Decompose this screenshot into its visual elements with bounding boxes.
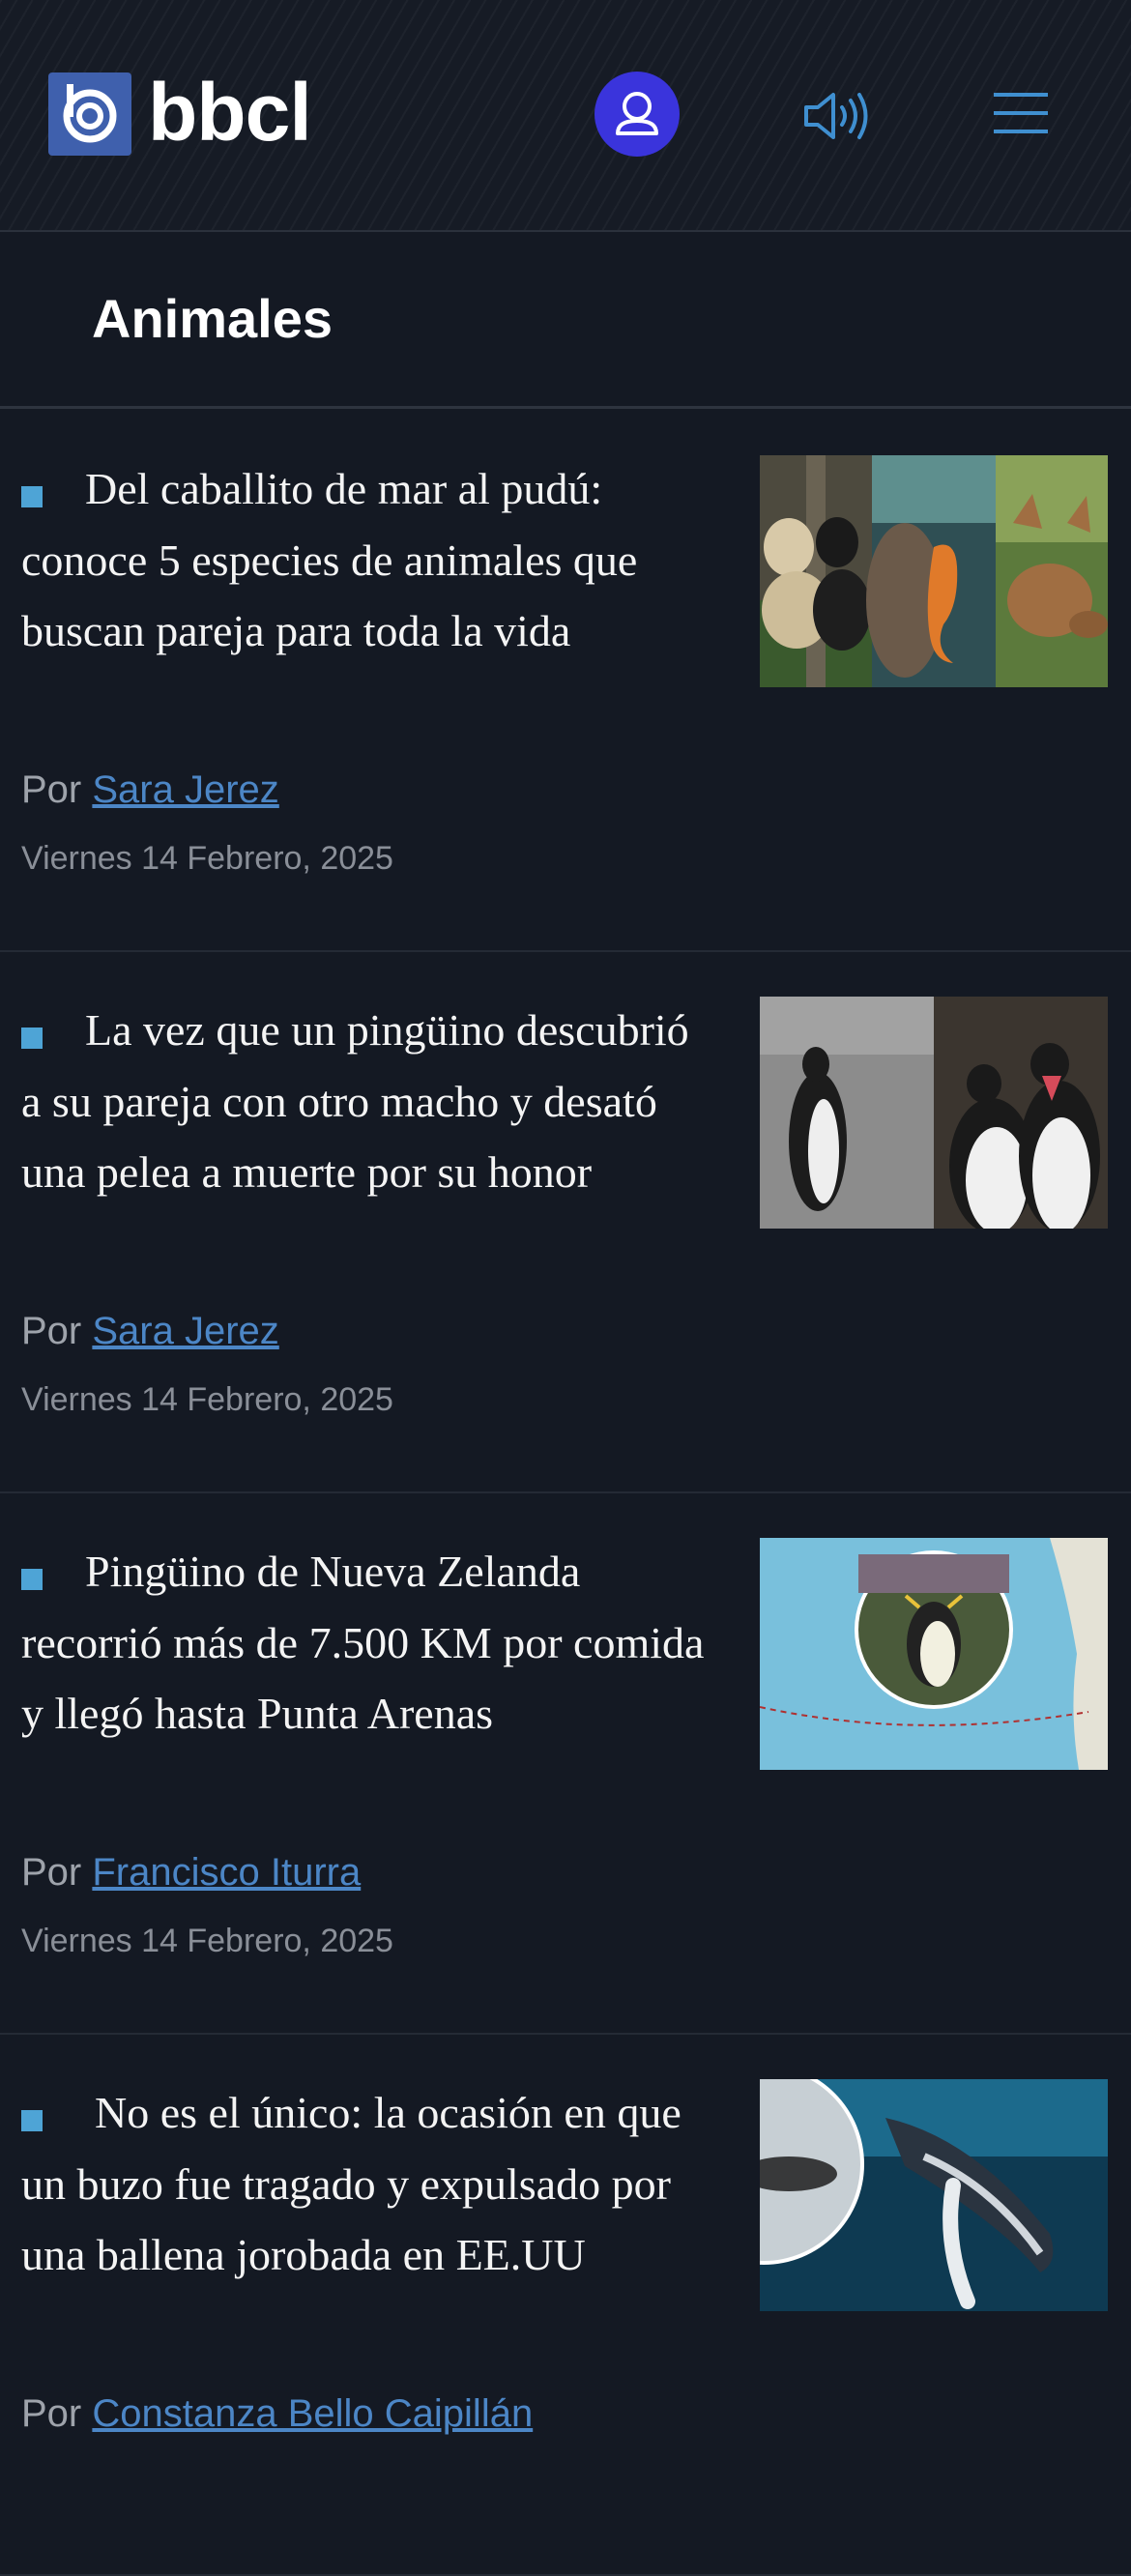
- user-icon: [616, 92, 658, 135]
- speaker-icon: [804, 93, 868, 139]
- byline-prefix: Por: [21, 2392, 82, 2435]
- top-bar: bbcl: [0, 0, 1131, 232]
- article-card[interactable]: Del caballito de mar al pudú: conoce 5 e…: [0, 409, 1131, 952]
- hamburger-menu-icon[interactable]: [994, 89, 1048, 137]
- article-byline: Por Constanza Bello Caipillán: [21, 2390, 533, 2437]
- article-headline[interactable]: La vez que un pingüino descubrió a su pa…: [21, 995, 708, 1208]
- user-account-button[interactable]: [594, 72, 680, 157]
- article-byline: Por Francisco Iturra: [21, 1849, 361, 1896]
- section-title: Animales: [92, 288, 333, 349]
- author-link[interactable]: Francisco Iturra: [92, 1851, 361, 1894]
- logo-icon[interactable]: [48, 72, 131, 156]
- article-card[interactable]: La vez que un pingüino descubrió a su pa…: [0, 950, 1131, 1493]
- article-date: Viernes 14 Febrero, 2025: [21, 1923, 393, 1959]
- article-thumbnail[interactable]: [760, 997, 1108, 1229]
- author-link[interactable]: Constanza Bello Caipillán: [92, 2392, 533, 2435]
- article-card[interactable]: Pingüino de Nueva Zelanda recorrió más d…: [0, 1491, 1131, 2035]
- byline-prefix: Por: [21, 768, 82, 811]
- byline-prefix: Por: [21, 1310, 82, 1352]
- article-headline[interactable]: Pingüino de Nueva Zelanda recorrió más d…: [21, 1536, 708, 1750]
- article-byline: Por Sara Jerez: [21, 767, 279, 813]
- byline-prefix: Por: [21, 1851, 82, 1894]
- article-headline[interactable]: No es el único: la ocasión en que un buz…: [21, 2077, 708, 2291]
- author-link[interactable]: Sara Jerez: [92, 768, 278, 811]
- article-card[interactable]: No es el único: la ocasión en que un buz…: [0, 2033, 1131, 2576]
- section-header: Animales: [0, 232, 1131, 409]
- article-thumbnail[interactable]: [760, 1538, 1108, 1770]
- logo-text[interactable]: bbcl: [148, 66, 312, 159]
- article-byline: Por Sara Jerez: [21, 1308, 279, 1354]
- article-thumbnail[interactable]: [760, 2079, 1108, 2311]
- article-date: Viernes 14 Febrero, 2025: [21, 1381, 393, 1418]
- article-headline[interactable]: Del caballito de mar al pudú: conoce 5 e…: [21, 453, 708, 667]
- audio-button[interactable]: [802, 90, 872, 142]
- author-link[interactable]: Sara Jerez: [92, 1310, 278, 1352]
- article-thumbnail[interactable]: [760, 455, 1108, 687]
- article-date: Viernes 14 Febrero, 2025: [21, 840, 393, 877]
